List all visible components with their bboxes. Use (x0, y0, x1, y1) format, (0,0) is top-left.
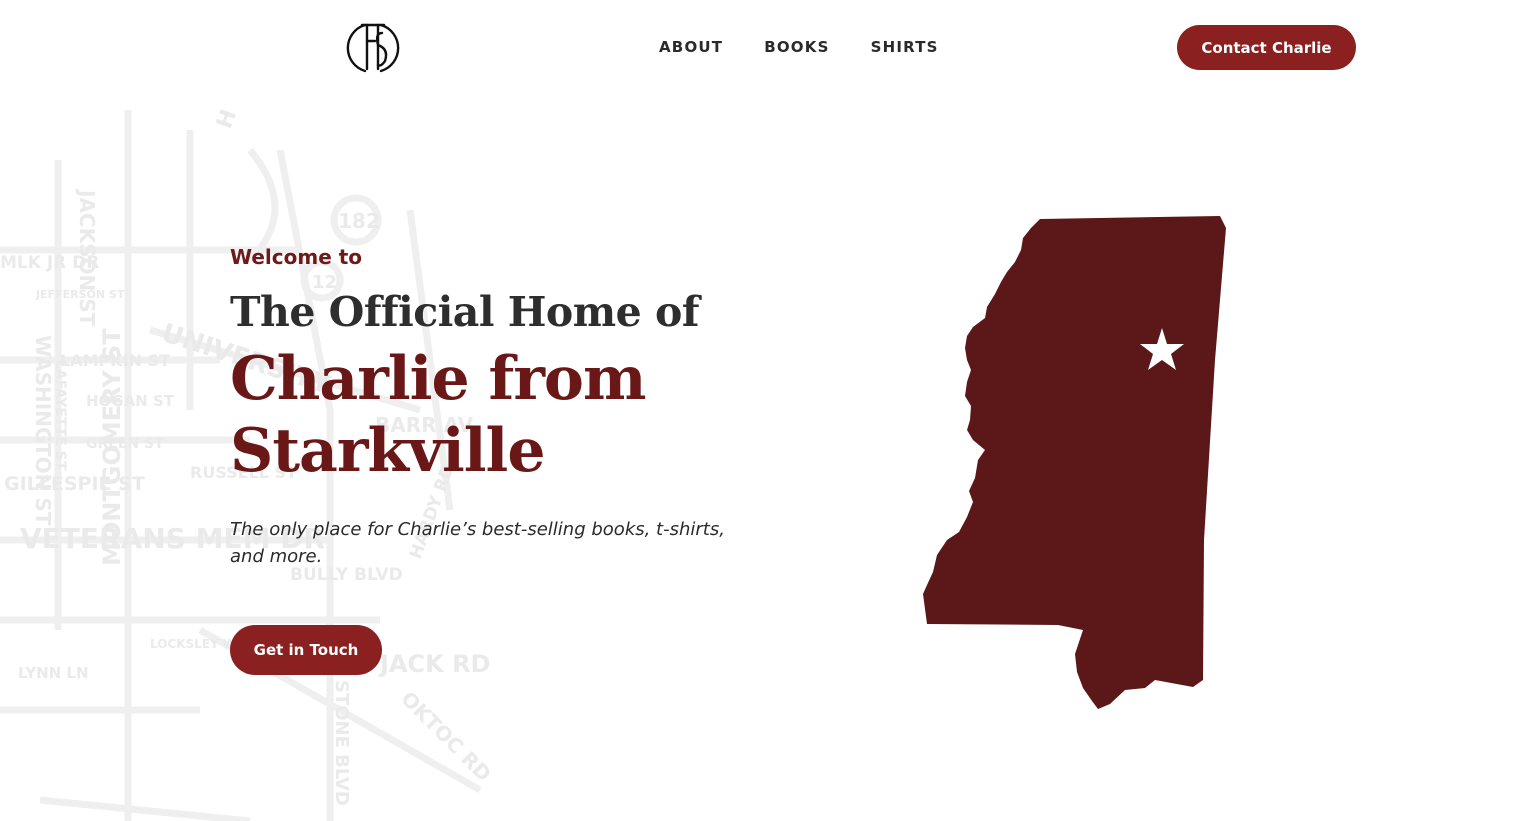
street-label: HOLLYWEST POINT RD (212, 110, 329, 132)
hero-title-intro: The Official Home of (230, 288, 700, 336)
get-in-touch-button[interactable]: Get in Touch (230, 625, 382, 675)
hero-tagline: The only place for Charlie’s best-sellin… (230, 519, 725, 567)
street-label: JEFFERSON ST (35, 288, 125, 301)
contact-charlie-button[interactable]: Contact Charlie (1177, 25, 1356, 70)
street-label: JACK RD (378, 650, 490, 678)
street-label: LAFAYETTE ST (52, 360, 68, 471)
site-header: ABOUT BOOKS SHIRTS Contact Charlie (0, 0, 1538, 95)
nav-link-shirts[interactable]: SHIRTS (871, 37, 939, 57)
mississippi-state-map-icon (923, 216, 1226, 709)
street-label: STONE BLVD (331, 680, 352, 806)
hero-title-main: Charlie from Starkville (230, 343, 750, 487)
nav-link-books[interactable]: BOOKS (764, 37, 829, 57)
hero-title-line-2: Starkville (230, 416, 546, 486)
hero-eyebrow: Welcome to (230, 245, 363, 269)
street-label: MLK JR DR (0, 253, 99, 273)
main-nav: ABOUT BOOKS SHIRTS (659, 37, 939, 57)
street-label: LYNN LN (18, 664, 89, 682)
nav-link-about[interactable]: ABOUT (659, 37, 723, 57)
page: JACKSON ST MLK JR DR JEFFERSON ST HOLLYW… (0, 0, 1538, 821)
cfs-monogram-logo-icon[interactable] (345, 19, 401, 75)
street-label: WASHINGTON ST (31, 335, 55, 526)
hero-title-line-1: Charlie from (230, 344, 646, 414)
street-label: 182 (338, 209, 380, 233)
street-label: MONTGOMERY ST (98, 328, 126, 566)
